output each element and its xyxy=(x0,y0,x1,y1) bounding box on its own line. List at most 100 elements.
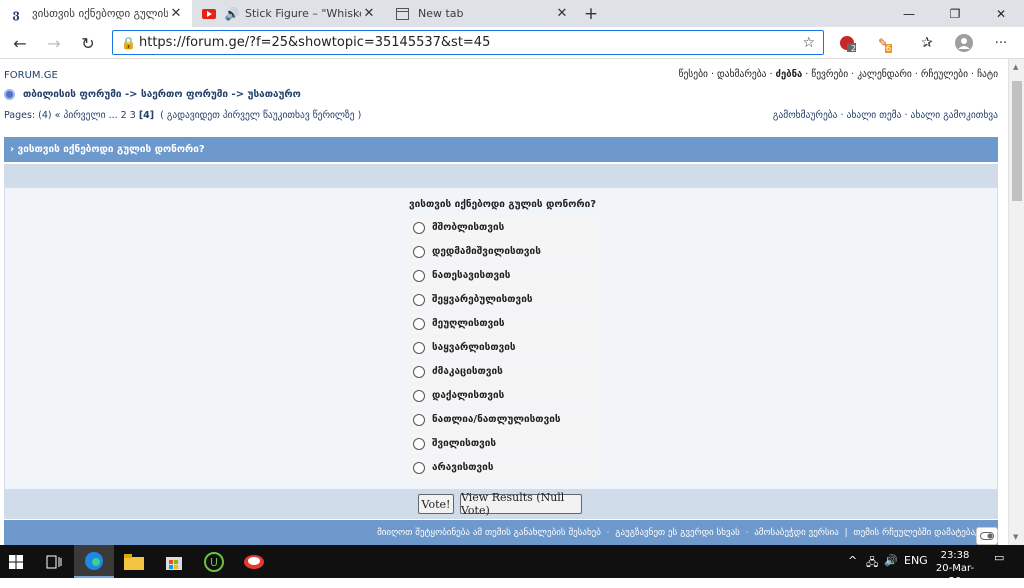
volume-icon[interactable]: 🔊 xyxy=(884,554,898,567)
send-page-link[interactable]: გაუგზავნეთ ეს გვერდი სხვას xyxy=(615,528,740,538)
page-3-link[interactable]: 3 xyxy=(130,110,136,121)
radio-button[interactable] xyxy=(413,437,425,450)
poll-button-row: Vote! View Results (Null Vote) xyxy=(4,489,998,519)
close-window-icon[interactable]: ✕ xyxy=(978,0,1024,27)
speaker-icon[interactable]: 🔊 xyxy=(225,6,240,22)
page-first-link[interactable]: « პირველი xyxy=(55,110,106,121)
breadcrumb-bullet-icon xyxy=(4,89,15,100)
topic-title: › ვისთვის იქნებოდი გულის დონორი? xyxy=(4,137,998,162)
address-bar: ← → ↻ 🔒 https://forum.ge/?f=25&showtopic… xyxy=(0,27,1024,59)
radio-button[interactable] xyxy=(413,293,425,306)
tab-youtube[interactable]: 🔊 Stick Figure – "Whiskey Sun ✕ xyxy=(193,0,385,27)
nav-favorites[interactable]: რჩეულები xyxy=(921,69,968,80)
refresh-icon[interactable]: ↻ xyxy=(76,31,100,55)
poll-option[interactable]: მშობლისთვის xyxy=(409,217,599,238)
site-logo[interactable]: FORUM.GE xyxy=(4,70,58,81)
forward-icon[interactable]: → xyxy=(42,31,66,55)
scroll-up-icon[interactable]: ▲ xyxy=(1013,63,1018,71)
show-hidden-icons[interactable]: ^ xyxy=(848,554,857,567)
close-icon[interactable]: ✕ xyxy=(168,6,184,21)
poll-option[interactable]: ნათესავისთვის xyxy=(409,265,599,286)
breadcrumb-text[interactable]: თბილისის ფორუმი -> საერთო ფორუმი -> უსათ… xyxy=(23,89,301,100)
app-icon[interactable] xyxy=(234,545,274,578)
task-view-icon[interactable] xyxy=(34,545,74,578)
store-icon[interactable] xyxy=(154,545,194,578)
poll-option[interactable]: არავისთვის xyxy=(409,457,599,478)
top-navigation: წესები · დახმარება · ძებნა · წევრები · კ… xyxy=(678,69,998,80)
poll-option[interactable]: დედმამიშვილისთვის xyxy=(409,241,599,262)
extension-badge: 2 xyxy=(850,44,856,53)
radio-button[interactable] xyxy=(413,317,425,330)
extension-badge: 6 xyxy=(884,44,892,53)
tab-forum[interactable]: ვ ვისთვის იქნებოდი გულის დ ✕ xyxy=(0,0,192,27)
forum-favicon: ვ xyxy=(12,6,20,21)
url-field[interactable]: 🔒 https://forum.ge/?f=25&showtopic=35145… xyxy=(112,30,824,55)
poll-option[interactable]: შეყვარებულისთვის xyxy=(409,289,599,310)
more-icon[interactable]: ··· xyxy=(992,34,1010,52)
language-indicator[interactable]: ENG xyxy=(904,554,928,567)
nav-help[interactable]: დახმარება xyxy=(717,69,766,80)
nav-rules[interactable]: წესები xyxy=(679,69,708,80)
close-icon[interactable]: ✕ xyxy=(554,6,570,21)
extension-icon[interactable]: 2 xyxy=(838,34,856,53)
close-icon[interactable]: ✕ xyxy=(361,6,377,21)
radio-button[interactable] xyxy=(413,389,425,402)
subscribe-link[interactable]: მიიღოთ შეტყობინება ამ თემის განახლების შ… xyxy=(377,528,601,538)
poll-option-label: ნათესავისთვის xyxy=(432,270,511,281)
new-topic-link[interactable]: ახალი თემა xyxy=(847,110,902,121)
poll-option[interactable]: საყვარლისთვის xyxy=(409,337,599,358)
poll-option-label: მეუღლისთვის xyxy=(432,318,505,329)
page-2-link[interactable]: 2 xyxy=(121,110,127,121)
vote-button[interactable]: Vote! xyxy=(418,494,454,514)
poll-option[interactable]: მეუღლისთვის xyxy=(409,313,599,334)
radio-button[interactable] xyxy=(413,341,425,354)
poll-option-label: საყვარლისთვის xyxy=(432,342,516,353)
scroll-down-icon[interactable]: ▼ xyxy=(1013,533,1018,541)
radio-button[interactable] xyxy=(413,269,425,282)
favorite-star-icon[interactable]: ☆ xyxy=(802,35,815,51)
nav-search[interactable]: ძებნა xyxy=(776,69,803,80)
file-explorer-icon[interactable] xyxy=(114,545,154,578)
vertical-scrollbar[interactable]: ▲ ▼ xyxy=(1008,59,1024,545)
poll-option-label: დედმამიშვილისთვის xyxy=(432,246,541,257)
extension-icon[interactable]: ✎ 6 xyxy=(874,34,892,53)
network-icon[interactable]: 🖧 xyxy=(866,554,878,573)
poll-box: ვისთვის იქნებოდი გულის დონორი? მშობლისთვ… xyxy=(4,188,998,489)
minimize-icon[interactable]: — xyxy=(886,0,932,27)
new-poll-link[interactable]: ახალი გამოკითხვა xyxy=(911,110,998,121)
radio-button[interactable] xyxy=(413,365,425,378)
new-tab-button[interactable]: + xyxy=(580,3,602,25)
poll-option[interactable]: ნათლია/ნათლულისთვის xyxy=(409,409,599,430)
clock[interactable]: 23:38 20-Mar-20 xyxy=(930,549,980,588)
tab-new[interactable]: New tab ✕ xyxy=(386,0,578,27)
radio-button[interactable] xyxy=(413,221,425,234)
edge-browser-icon[interactable] xyxy=(74,545,114,578)
notifications-icon[interactable]: ▭ xyxy=(994,551,1004,564)
poll-option-label: შეყვარებულისთვის xyxy=(432,294,533,305)
poll-option-label: ძმაკაცისთვის xyxy=(432,366,503,377)
poll-option[interactable]: დაქალისთვის xyxy=(409,385,599,406)
pages-count: Pages: (4) xyxy=(4,110,52,121)
print-version-link[interactable]: ამოსაბეჭდი ვერსია xyxy=(754,528,839,538)
back-icon[interactable]: ← xyxy=(8,31,32,55)
poll-option[interactable]: შვილისთვის xyxy=(409,433,599,454)
radio-button[interactable] xyxy=(413,413,425,426)
poll-option[interactable]: ძმაკაცისთვის xyxy=(409,361,599,382)
add-favorites-link[interactable]: თემის რჩეულებში დამატება/წაშ xyxy=(853,528,992,538)
nav-calendar[interactable]: კალენდარი xyxy=(857,69,912,80)
radio-button[interactable] xyxy=(413,461,425,474)
restore-icon[interactable]: ❐ xyxy=(932,0,978,27)
scrollbar-thumb[interactable] xyxy=(1012,81,1022,201)
tab-label: ვისთვის იქნებოდი გულის დ xyxy=(32,7,168,20)
radio-button[interactable] xyxy=(413,245,425,258)
profile-avatar[interactable] xyxy=(955,34,973,52)
toggle-icon[interactable] xyxy=(976,527,998,545)
goto-unread-link[interactable]: ( გადავიდეთ პირველ წაუკითხავ წერილზე ) xyxy=(160,110,361,121)
nav-members[interactable]: წევრები xyxy=(811,69,848,80)
nav-chat[interactable]: ჩატი xyxy=(977,69,998,80)
favorites-icon[interactable]: ✰ xyxy=(918,34,936,52)
utorrent-icon[interactable]: U xyxy=(194,545,234,578)
reply-link[interactable]: გამოხმაურება xyxy=(773,110,838,121)
view-results-button[interactable]: View Results (Null Vote) xyxy=(460,491,582,517)
start-icon[interactable] xyxy=(0,545,32,578)
